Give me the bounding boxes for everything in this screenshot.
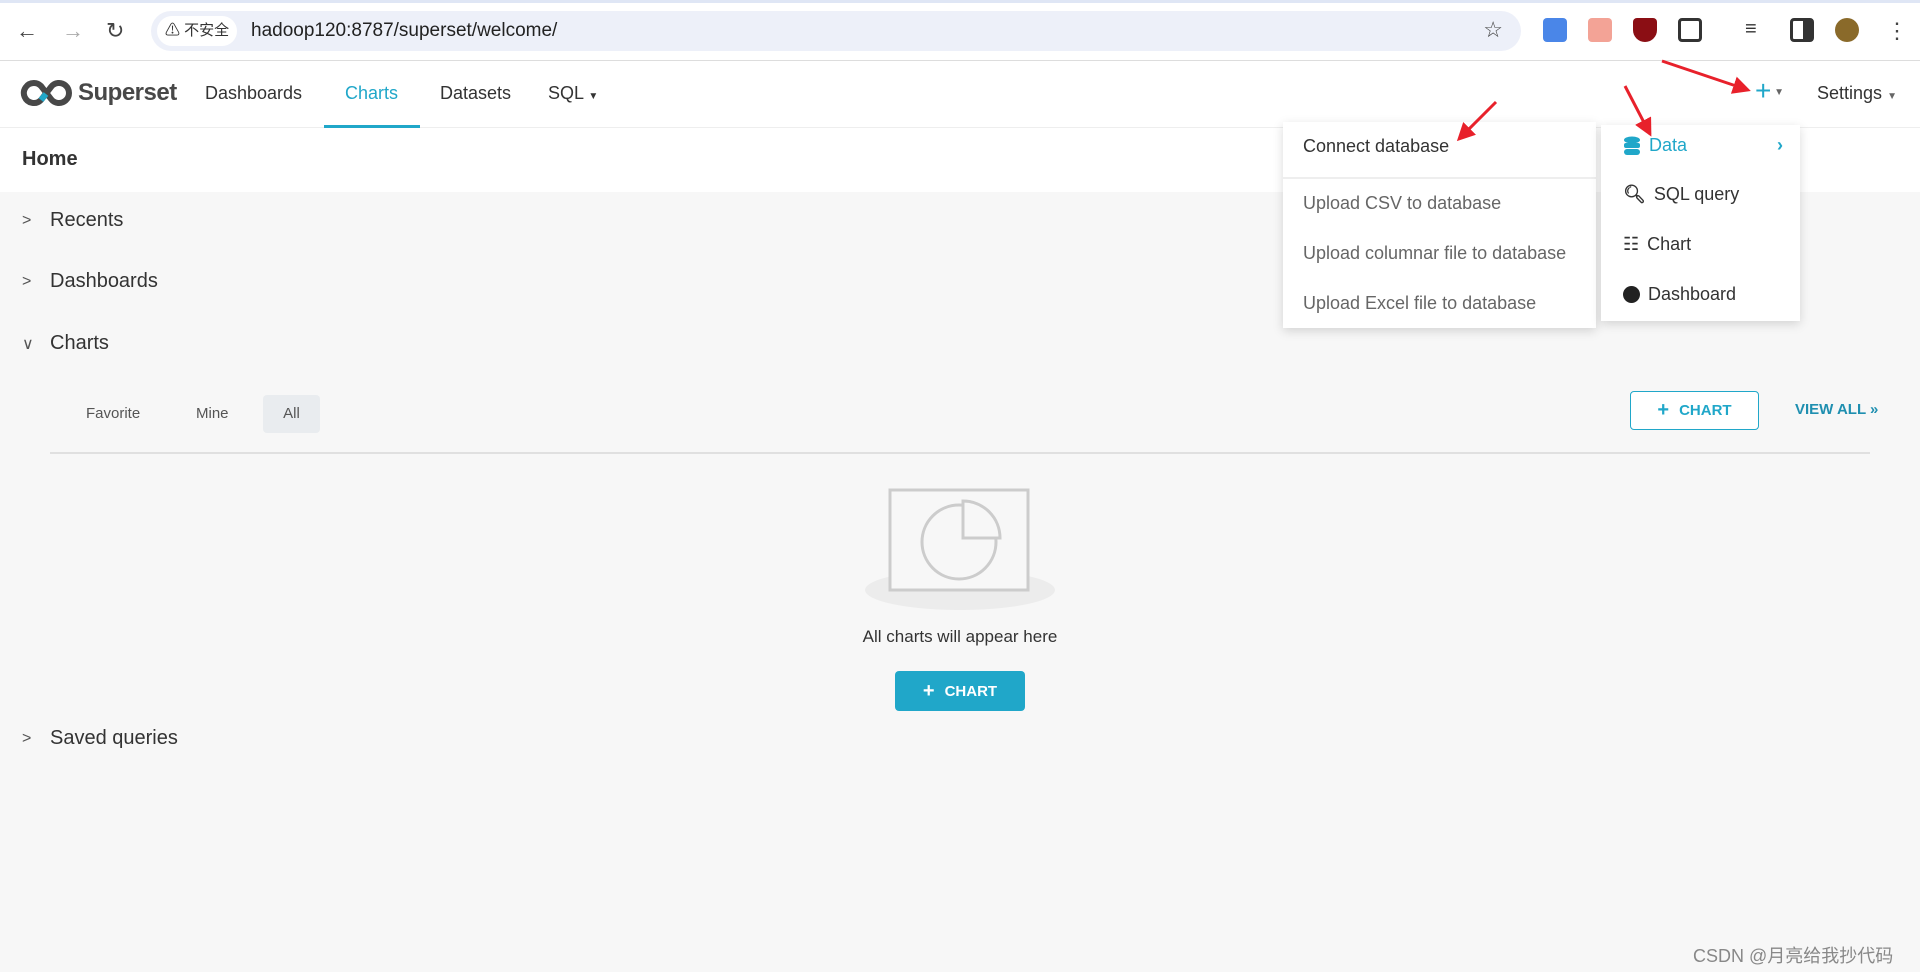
bar-chart-icon: ☷ bbox=[1623, 234, 1640, 254]
nav-sql[interactable]: SQL ▼ bbox=[548, 83, 598, 104]
menu-divider bbox=[1283, 177, 1596, 179]
chevron-right-icon: > bbox=[22, 729, 32, 747]
tab-mine[interactable]: Mine bbox=[186, 395, 239, 433]
search-icon: 🔍︎ bbox=[1623, 184, 1646, 204]
address-bar[interactable]: ⚠ 不安全 hadoop120:8787/superset/welcome/ ☆ bbox=[151, 11, 1521, 51]
section-label: Saved queries bbox=[50, 727, 178, 749]
menu-kebab-icon[interactable]: ⋮ bbox=[1886, 18, 1908, 44]
tab-strip-edge bbox=[0, 0, 1920, 3]
menu-item-dashboard[interactable]: Dashboard bbox=[1623, 284, 1736, 305]
nav-sql-label: SQL bbox=[548, 83, 584, 103]
section-label: Charts bbox=[50, 332, 109, 354]
settings-label: Settings bbox=[1817, 83, 1883, 103]
watermark: CSDN @月亮给我抄代码 bbox=[1693, 946, 1894, 966]
security-label: 不安全 bbox=[184, 22, 230, 39]
empty-add-chart-button[interactable]: + CHART bbox=[895, 671, 1025, 711]
chevron-right-icon: > bbox=[22, 272, 32, 290]
tab-favorite[interactable]: Favorite bbox=[76, 395, 150, 433]
nav-dashboards[interactable]: Dashboards bbox=[205, 83, 302, 104]
side-panel-icon[interactable] bbox=[1790, 18, 1814, 42]
menu-label: Dashboard bbox=[1648, 284, 1737, 304]
chevron-right-icon: > bbox=[22, 211, 32, 229]
menu-label: Chart bbox=[1647, 234, 1692, 254]
menu-label: SQL query bbox=[1653, 184, 1740, 204]
button-label: CHART bbox=[944, 682, 998, 700]
menu-item-upload-columnar[interactable]: Upload columnar file to database bbox=[1303, 243, 1566, 264]
new-plus-button[interactable]: + ▼ bbox=[1755, 75, 1784, 107]
translate-extension-icon[interactable] bbox=[1543, 18, 1567, 42]
menu-item-connect-database[interactable]: Connect database bbox=[1303, 136, 1449, 157]
section-charts[interactable]: ∨ Charts bbox=[22, 332, 109, 355]
new-menu: Data › 🔍︎ SQL query ☷ Chart Dashboard bbox=[1601, 125, 1800, 321]
tabs-divider bbox=[50, 452, 1870, 454]
button-label: CHART bbox=[1679, 402, 1732, 419]
extension-icon[interactable] bbox=[1588, 18, 1612, 42]
nav-charts[interactable]: Charts bbox=[345, 83, 398, 104]
caret-down-icon: ▼ bbox=[588, 91, 599, 102]
ublock-icon[interactable] bbox=[1633, 18, 1657, 42]
section-dashboards[interactable]: > Dashboards bbox=[22, 270, 158, 293]
empty-state-text: All charts will appear here bbox=[862, 627, 1058, 646]
url-text[interactable]: hadoop120:8787/superset/welcome/ bbox=[251, 20, 557, 42]
brand-name: Superset bbox=[78, 79, 177, 106]
caret-down-icon: ▼ bbox=[1887, 91, 1897, 102]
profile-avatar[interactable] bbox=[1835, 18, 1859, 42]
page-title: Home bbox=[22, 148, 78, 170]
plus-icon: + bbox=[922, 679, 935, 702]
security-indicator[interactable]: ⚠ 不安全 bbox=[157, 16, 238, 46]
empty-chart-illustration-icon bbox=[865, 488, 1055, 610]
menu-item-sql-query[interactable]: 🔍︎ SQL query bbox=[1623, 184, 1739, 205]
menu-item-upload-excel[interactable]: Upload Excel file to database bbox=[1303, 293, 1536, 314]
chevron-right-icon: › bbox=[1777, 135, 1783, 155]
database-icon bbox=[1624, 136, 1640, 155]
extensions-puzzle-icon[interactable] bbox=[1678, 18, 1702, 42]
reload-icon[interactable]: ↻ bbox=[106, 18, 124, 44]
section-label: Dashboards bbox=[50, 270, 158, 292]
dashboard-icon bbox=[1623, 286, 1640, 303]
settings-menu[interactable]: Settings ▼ bbox=[1817, 83, 1897, 104]
menu-label: Data bbox=[1649, 135, 1688, 155]
menu-item-chart[interactable]: ☷ Chart bbox=[1623, 234, 1691, 255]
section-recents[interactable]: > Recents bbox=[22, 209, 123, 232]
media-icon[interactable]: ≡ bbox=[1745, 18, 1769, 42]
plus-icon: + bbox=[1657, 399, 1670, 421]
browser-toolbar: ← → ↻ ⚠ 不安全 hadoop120:8787/superset/welc… bbox=[0, 0, 1920, 61]
back-icon[interactable]: ← bbox=[16, 18, 38, 44]
add-chart-button[interactable]: + CHART bbox=[1630, 391, 1759, 430]
caret-down-icon: ▼ bbox=[1771, 87, 1785, 99]
nav-datasets[interactable]: Datasets bbox=[440, 83, 511, 104]
data-submenu: Connect database Upload CSV to database … bbox=[1283, 122, 1596, 328]
section-saved-queries[interactable]: > Saved queries bbox=[22, 727, 178, 750]
top-nav: Superset Dashboards Charts Datasets SQL … bbox=[0, 61, 1920, 128]
view-all-link[interactable]: VIEW ALL » bbox=[1795, 401, 1878, 418]
superset-logo[interactable]: Superset bbox=[20, 79, 177, 107]
tab-all[interactable]: All bbox=[263, 395, 320, 433]
menu-item-upload-csv[interactable]: Upload CSV to database bbox=[1303, 193, 1501, 214]
section-label: Recents bbox=[50, 209, 124, 231]
forward-icon[interactable]: → bbox=[62, 18, 84, 44]
menu-item-data[interactable]: Data › bbox=[1623, 135, 1783, 156]
plus-icon: + bbox=[1755, 75, 1772, 106]
bookmark-star-icon[interactable]: ☆ bbox=[1483, 17, 1503, 43]
chevron-down-icon: ∨ bbox=[22, 335, 34, 353]
infinity-logo-icon bbox=[20, 79, 72, 106]
